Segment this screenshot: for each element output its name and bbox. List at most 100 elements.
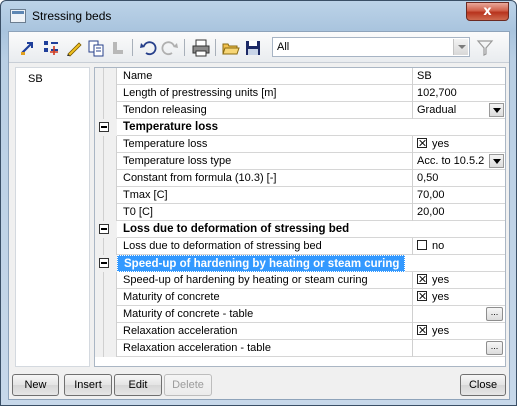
property-row[interactable]: Constant from formula (10.3) [-] 0,50 <box>95 170 505 187</box>
insert-icon[interactable] <box>42 38 62 58</box>
row-indent <box>104 170 117 187</box>
property-name: Constant from formula (10.3) [-] <box>117 170 413 187</box>
property-value[interactable]: yes <box>413 272 505 289</box>
property-value[interactable]: yes <box>413 323 505 340</box>
edit-button[interactable]: Edit <box>114 374 162 396</box>
property-row[interactable]: Relaxation acceleration - table... <box>95 340 505 357</box>
title-bar[interactable]: Stressing beds x <box>1 1 516 29</box>
property-name: Relaxation acceleration <box>117 323 413 340</box>
copy-icon[interactable] <box>86 38 106 58</box>
property-row[interactable]: Temperature loss type Acc. to 10.5.2 <box>95 153 505 170</box>
property-value[interactable]: SB <box>413 68 505 85</box>
property-name: Length of prestressing units [m] <box>117 85 413 102</box>
stressing-beds-window: Stressing beds x All SB Name SB Length o… <box>0 0 517 406</box>
group-row[interactable]: Speed-up of hardening by heating or stea… <box>95 255 505 272</box>
property-grid-body: Name SB Length of prestressing units [m] 10… <box>95 68 505 357</box>
property-value[interactable]: 70,00 <box>413 187 505 204</box>
property-value[interactable]: no <box>413 238 505 255</box>
property-value-text: yes <box>432 274 450 286</box>
save-icon[interactable] <box>243 38 263 58</box>
property-row[interactable]: Speed-up of hardening by heating or stea… <box>95 272 505 289</box>
row-indent <box>104 136 117 153</box>
row-gutter <box>95 323 104 340</box>
collapse-icon[interactable] <box>95 255 115 272</box>
delete-button: Delete <box>164 374 212 396</box>
undo-icon[interactable] <box>138 38 158 58</box>
window-title: Stressing beds <box>32 9 112 23</box>
property-value[interactable]: Acc. to 10.5.2 <box>413 153 505 170</box>
property-value-text: yes <box>432 291 450 303</box>
property-row[interactable]: Length of prestressing units [m] 102,700 <box>95 85 505 102</box>
filter-select[interactable]: All <box>272 37 470 57</box>
property-name: Temperature loss <box>117 136 413 153</box>
minus-box-icon <box>99 122 109 132</box>
property-name: Relaxation acceleration - table <box>117 340 413 357</box>
property-value-text: SB <box>417 70 432 82</box>
property-value-text: 102,700 <box>417 87 457 99</box>
property-row[interactable]: Tmax [C] 70,00 <box>95 187 505 204</box>
property-value-text: yes <box>432 325 450 337</box>
new-row-icon[interactable] <box>18 38 38 58</box>
toolbar-separator <box>132 39 133 56</box>
property-value[interactable]: 20,00 <box>413 204 505 221</box>
row-gutter <box>95 68 104 85</box>
property-name: Tendon releasing <box>117 102 413 119</box>
ellipsis-button[interactable]: ... <box>486 341 503 355</box>
chevron-down-icon[interactable] <box>489 103 504 117</box>
insert-button[interactable]: Insert <box>64 374 112 396</box>
property-row[interactable]: Maturity of concrete - table... <box>95 306 505 323</box>
group-row[interactable]: Loss due to deformation of stressing bed <box>95 221 505 238</box>
property-row[interactable]: Tendon releasing Gradual <box>95 102 505 119</box>
collapse-icon[interactable] <box>95 119 115 136</box>
row-gutter <box>95 340 104 357</box>
row-gutter <box>95 289 104 306</box>
property-row[interactable]: T0 [C] 20,00 <box>95 204 505 221</box>
property-value[interactable]: 102,700 <box>413 85 505 102</box>
property-row[interactable]: Name SB <box>95 68 505 85</box>
property-value[interactable]: ... <box>413 340 505 357</box>
property-value-text: Acc. to 10.5.2 <box>417 155 485 167</box>
property-value[interactable]: ... <box>413 306 505 323</box>
row-gutter <box>95 187 104 204</box>
checkbox-checked[interactable] <box>417 325 427 335</box>
open-icon[interactable] <box>221 38 241 58</box>
property-value-text: 70,00 <box>417 189 445 201</box>
row-gutter <box>95 102 104 119</box>
row-gutter <box>95 238 104 255</box>
property-value[interactable]: Gradual <box>413 102 505 119</box>
close-button[interactable]: Close <box>460 374 506 396</box>
print-icon[interactable] <box>191 38 211 58</box>
window-close-button[interactable]: x <box>466 2 509 21</box>
edit-icon[interactable] <box>64 38 84 58</box>
group-row[interactable]: Temperature loss <box>95 119 505 136</box>
property-value[interactable]: yes <box>413 136 505 153</box>
property-value[interactable]: 0,50 <box>413 170 505 187</box>
row-gutter <box>95 170 104 187</box>
delete-icon <box>108 38 128 58</box>
checkbox-checked[interactable] <box>417 274 427 284</box>
property-name: Temperature loss type <box>117 153 413 170</box>
chevron-down-icon[interactable] <box>489 154 504 168</box>
checkbox-checked[interactable] <box>417 138 427 148</box>
funnel-icon[interactable] <box>475 38 495 58</box>
row-indent <box>104 187 117 204</box>
chevron-down-icon[interactable] <box>453 39 468 55</box>
property-value-text: Gradual <box>417 104 457 116</box>
row-indent <box>104 238 117 255</box>
property-row[interactable]: Loss due to deformation of stressing bed… <box>95 238 505 255</box>
property-name: Maturity of concrete <box>117 289 413 306</box>
row-indent <box>104 323 117 340</box>
checkbox-unchecked[interactable] <box>417 240 427 250</box>
property-row[interactable]: Temperature loss yes <box>95 136 505 153</box>
property-row[interactable]: Maturity of concrete yes <box>95 289 505 306</box>
collapse-icon[interactable] <box>95 221 115 238</box>
new-button[interactable]: New <box>12 374 59 396</box>
row-indent <box>104 289 117 306</box>
checkbox-checked[interactable] <box>417 291 427 301</box>
property-value[interactable]: yes <box>413 289 505 306</box>
minus-box-icon <box>99 224 109 234</box>
list-item[interactable]: SB <box>28 73 43 85</box>
ellipsis-button[interactable]: ... <box>486 307 503 321</box>
property-row[interactable]: Relaxation acceleration yes <box>95 323 505 340</box>
group-label: Speed-up of hardening by heating or stea… <box>117 255 405 272</box>
